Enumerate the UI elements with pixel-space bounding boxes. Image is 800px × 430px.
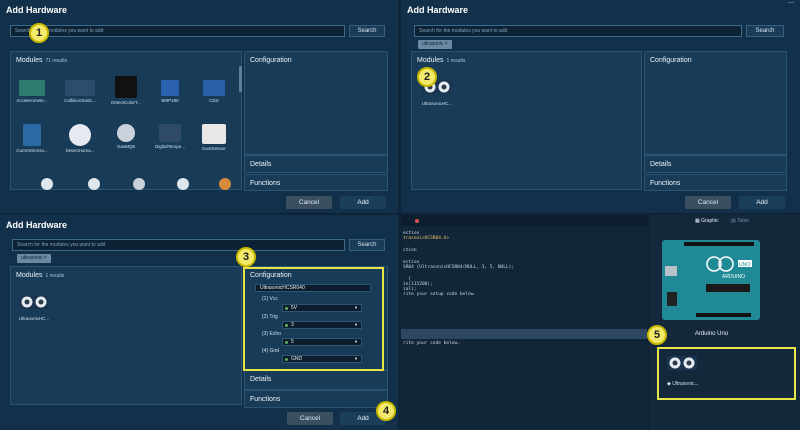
svg-text:ARDUINO: ARDUINO — [722, 274, 745, 280]
configuration-pane: Configuration — [644, 51, 787, 155]
step-badge-2: 2 — [417, 67, 437, 87]
run-indicator-icon — [415, 219, 419, 223]
step-badge-5: 5 — [647, 325, 667, 345]
configuration-header: Configuration — [650, 57, 692, 64]
svg-text:UNO: UNO — [739, 262, 750, 268]
step-badge-3: 3 — [236, 247, 256, 267]
details-header: Details — [250, 376, 272, 383]
scrollbar[interactable] — [239, 66, 242, 92]
add-button[interactable]: Add — [340, 196, 386, 209]
tab-table[interactable]: ▤ Table — [731, 218, 749, 224]
bmp180-icon — [161, 80, 179, 96]
module-item[interactable] — [219, 178, 231, 190]
modules-header: Modules 71 results — [16, 57, 68, 64]
color-sensor-icon — [115, 76, 137, 98]
add-hardware-dialog-1: Add Hardware Search for the modules you … — [0, 0, 398, 213]
arduino-uno-board[interactable]: ARDUINO UNO — [662, 240, 760, 320]
filter-chip[interactable]: ultrasonic × — [17, 254, 51, 263]
module-item[interactable]: GasMQ5 — [107, 124, 145, 149]
accelerometer-icon — [19, 80, 45, 96]
dialog-title: Add Hardware — [6, 5, 68, 15]
dialog-title: Add Hardware — [407, 5, 469, 15]
functions-header: Functions — [250, 396, 281, 403]
code-line: rite your code below. — [403, 341, 460, 346]
functions-header: Functions — [650, 180, 681, 187]
functions-header: Functions — [250, 180, 281, 187]
modules-header: Modules 1 results — [417, 57, 466, 64]
module-item[interactable] — [88, 178, 100, 190]
search-input[interactable]: Search for the modules you want to add — [414, 25, 742, 37]
details-pane[interactable]: Details — [644, 155, 787, 173]
details-pane[interactable]: Details — [244, 155, 388, 173]
editor-toolbar — [401, 215, 647, 226]
module-item[interactable] — [177, 178, 189, 190]
code-lines: ection trasonicHCSR04.h> ction ection SR… — [403, 231, 514, 311]
module-item[interactable] — [41, 178, 53, 190]
current-sensor-icon — [23, 124, 41, 146]
board-label: Arduino Uno — [694, 331, 729, 337]
module-item[interactable]: BMP180 — [151, 80, 189, 103]
module-item[interactable]: CollisionSwitc... — [61, 80, 99, 103]
modules-pane: Modules 71 results Acceleromete... Collis… — [10, 51, 242, 190]
module-item[interactable]: DigitalTempe... — [151, 124, 189, 149]
tab-graphic[interactable]: ▦ Graphic — [695, 218, 719, 224]
cancel-button[interactable]: Cancel — [685, 196, 731, 209]
functions-pane[interactable]: Functions — [644, 174, 787, 191]
gas-sensor-icon — [117, 124, 135, 142]
module-item[interactable]: DetectHuma... — [61, 124, 99, 153]
added-module-highlight — [657, 347, 796, 400]
details-pane[interactable]: Details — [244, 370, 388, 390]
step-badge-4: 4 — [376, 401, 396, 421]
modules-header: Modules 1 results — [16, 272, 65, 279]
configuration-highlight — [243, 267, 384, 371]
details-header: Details — [250, 161, 272, 168]
active-line-highlight — [401, 329, 647, 339]
module-item[interactable]: DustSensor — [195, 124, 233, 151]
functions-pane[interactable]: Functions — [244, 390, 388, 408]
search-button[interactable]: Search — [349, 25, 385, 37]
configuration-header: Configuration — [250, 57, 292, 64]
search-input[interactable]: Search for the modules you want to add — [12, 239, 345, 251]
step-badge-1: 1 — [29, 23, 49, 43]
modules-pane: Modules 1 results UltrasonicHC... — [411, 51, 642, 190]
dialog-title: Add Hardware — [6, 220, 68, 230]
modules-pane: Modules 1 results UltrasonicHC... — [10, 266, 242, 405]
add-hardware-dialog-3: Add Hardware Search for the modules you … — [0, 215, 398, 430]
add-button[interactable]: Add — [739, 196, 785, 209]
search-input[interactable]: Search for the modules you want to add — [10, 25, 345, 37]
cancel-button[interactable]: Cancel — [287, 412, 333, 425]
dust-sensor-icon — [202, 124, 226, 144]
module-item[interactable]: DetectColorT... — [107, 76, 145, 105]
ultrasonic-sensor-icon — [19, 295, 49, 309]
details-header: Details — [650, 161, 672, 168]
module-item[interactable] — [133, 178, 145, 190]
code-editor[interactable]: ection trasonicHCSR04.h> ction ection SR… — [401, 215, 647, 430]
functions-pane[interactable]: Functions — [244, 174, 388, 191]
temperature-sensor-icon — [159, 124, 181, 142]
module-item[interactable]: CDS — [195, 80, 233, 103]
graphic-view: ▦ Graphic ▤ Table ARDUINO UNO Arduino Un… — [649, 215, 800, 430]
add-hardware-dialog-2: Add Hardware — Search for the modules yo… — [401, 0, 800, 213]
close-icon[interactable]: — — [788, 0, 794, 6]
filter-chip[interactable]: ultrasonic × — [418, 40, 452, 49]
module-item[interactable]: UltrasonicHC... — [15, 295, 53, 321]
pir-sensor-icon — [69, 124, 91, 146]
cds-icon — [203, 80, 225, 96]
configuration-pane: Configuration — [244, 51, 388, 155]
module-item[interactable]: CurrentSenso... — [13, 124, 51, 153]
cancel-button[interactable]: Cancel — [286, 196, 332, 209]
editor-workspace: ection trasonicHCSR04.h> ction ection SR… — [401, 215, 800, 430]
collision-switch-icon — [65, 80, 95, 96]
search-button[interactable]: Search — [349, 239, 385, 251]
search-button[interactable]: Search — [746, 25, 784, 37]
module-item[interactable]: Acceleromete... — [13, 80, 51, 103]
